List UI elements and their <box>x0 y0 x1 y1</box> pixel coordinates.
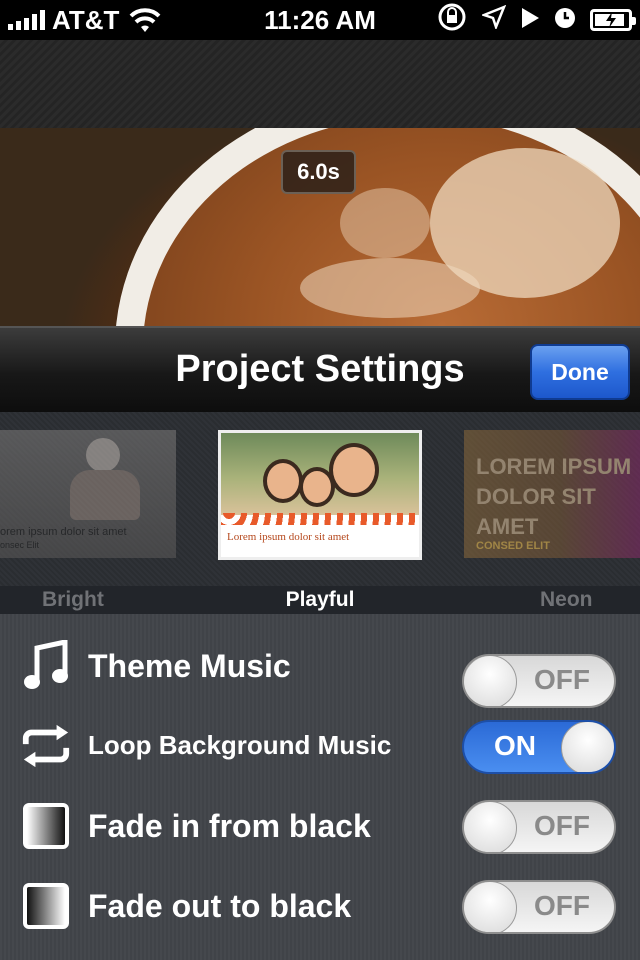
setting-row-loop-background-music: Loop Background Music ON <box>0 708 640 788</box>
alarm-clock-icon <box>554 5 576 36</box>
toggle-state-text: OFF <box>534 664 590 695</box>
fade-out-icon <box>20 878 72 934</box>
decorative-wave <box>221 513 419 525</box>
theme-thumbnail-neon[interactable]: LOREM IPSUM DOLOR SIT AMET CONSED ELIT <box>464 430 640 558</box>
music-note-icon <box>20 638 72 694</box>
child-face <box>329 443 379 497</box>
fade-in-toggle[interactable]: OFF <box>462 800 616 854</box>
toggle-state-text: ON <box>494 730 536 761</box>
settings-header: Project Settings Done <box>0 326 640 412</box>
toggle-knob[interactable] <box>464 802 517 852</box>
theme-caption: Lorem ipsum dolor sit amet <box>227 531 350 543</box>
latte-art-swirl <box>300 258 480 318</box>
location-arrow-icon <box>480 4 507 36</box>
child-figure-body <box>70 470 140 520</box>
setting-label: Theme Music <box>88 648 291 684</box>
theme-subcaption: onsec Elit <box>0 540 40 550</box>
theme-caption: orem ipsum dolor sit amet <box>0 526 127 538</box>
theme-carousel[interactable]: orem ipsum dolor sit amet onsec Elit Lor… <box>0 412 640 586</box>
theme-thumbnail-playful[interactable]: Lorem ipsum dolor sit amet <box>218 430 422 560</box>
fade-in-icon <box>20 798 72 854</box>
rotation-lock-icon <box>436 2 468 39</box>
setting-row-fade-in: Fade in from black OFF <box>0 788 640 868</box>
setting-label: Loop Background Music <box>88 730 392 760</box>
top-toolbar-area <box>0 40 640 128</box>
toggle-state-text: OFF <box>534 890 590 921</box>
theme-music-toggle[interactable]: OFF <box>462 654 616 708</box>
loop-background-music-toggle[interactable]: ON <box>462 720 616 774</box>
child-figure <box>86 438 120 472</box>
toggle-knob[interactable] <box>464 882 517 932</box>
setting-label: Fade in from black <box>88 808 371 844</box>
latte-art-swirl <box>340 188 430 258</box>
theme-caption: LOREM IPSUM DOLOR SIT AMET <box>476 454 632 539</box>
play-icon <box>520 5 540 36</box>
theme-label-neon[interactable]: Neon <box>540 588 593 612</box>
battery-charging-icon <box>590 9 636 31</box>
setting-label: Fade out to black <box>88 888 352 924</box>
toggle-state-text: OFF <box>534 810 590 841</box>
setting-row-fade-out: Fade out to black OFF <box>0 868 640 948</box>
setting-row-theme-music: Theme Music OFF <box>0 628 640 708</box>
settings-list: Theme Music OFF Loop Background Music ON… <box>0 614 640 960</box>
toggle-knob[interactable] <box>464 656 517 706</box>
done-button[interactable]: Done <box>530 344 630 400</box>
kids-photo <box>221 433 419 515</box>
theme-labels: Bright Playful Neon <box>0 586 640 614</box>
status-bar: AT&T 11:26 AM <box>0 0 640 40</box>
child-face <box>263 459 303 503</box>
theme-subcaption: CONSED ELIT <box>476 540 550 552</box>
loop-arrows-icon <box>20 718 72 774</box>
toggle-knob[interactable] <box>561 722 614 772</box>
clip-duration-badge: 6.0s <box>281 150 356 194</box>
theme-thumbnail-bright[interactable]: orem ipsum dolor sit amet onsec Elit <box>0 430 176 558</box>
fade-out-toggle[interactable]: OFF <box>462 880 616 934</box>
